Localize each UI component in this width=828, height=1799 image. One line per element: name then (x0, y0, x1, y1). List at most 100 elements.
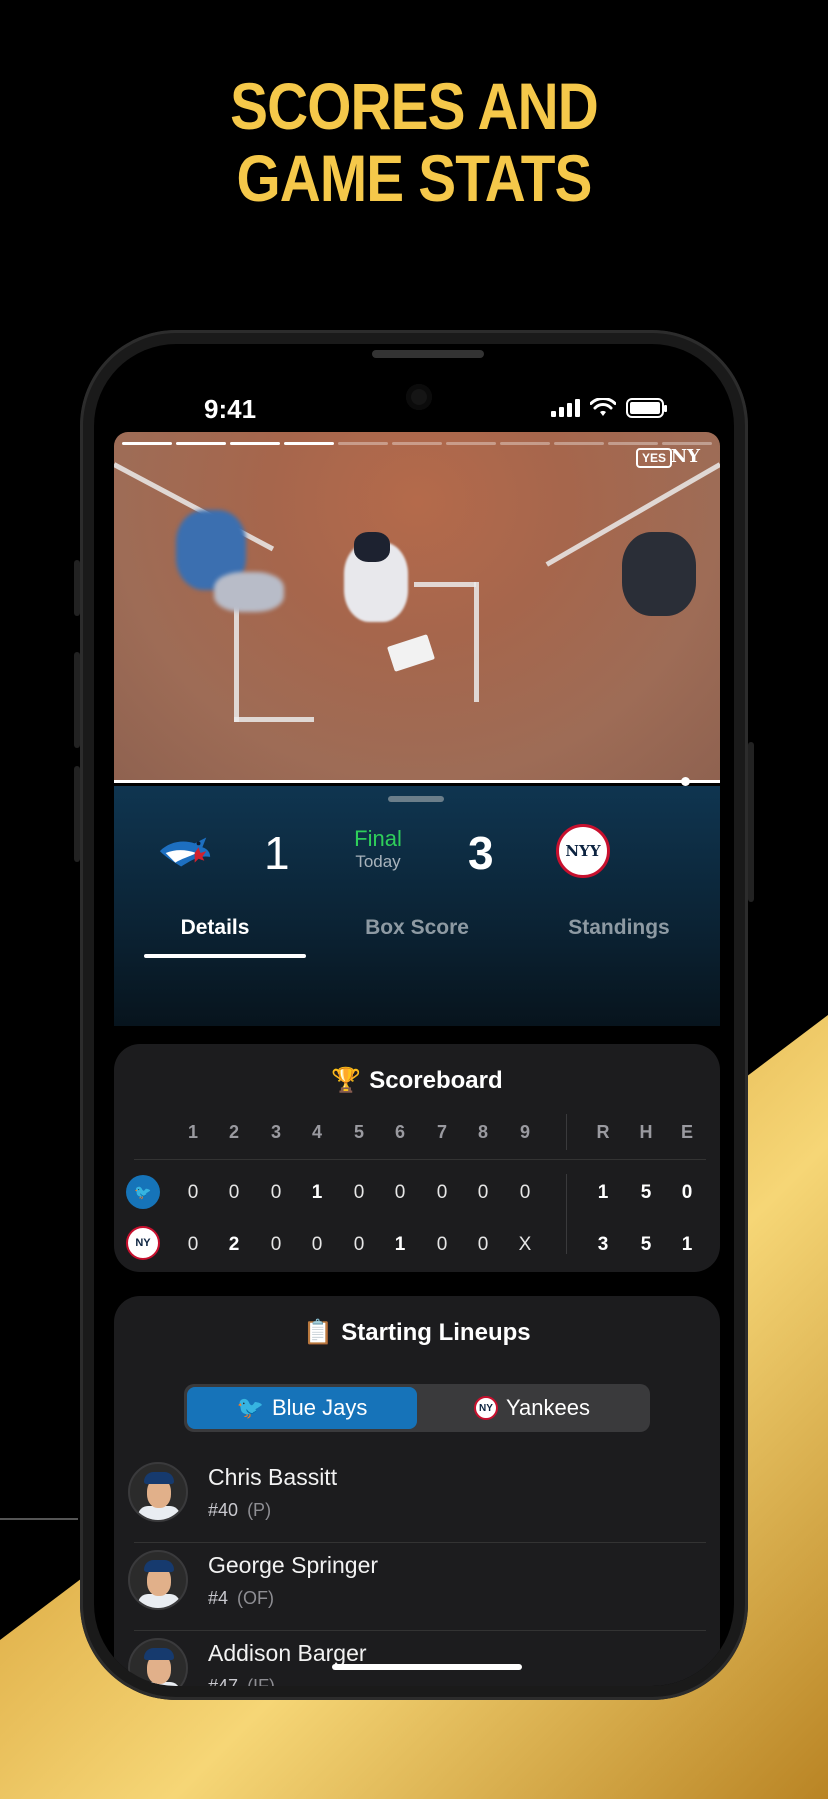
inning-score: 0 (187, 1182, 199, 1203)
inning-score: 0 (270, 1234, 282, 1255)
headline-line-1: SCORES AND (230, 69, 599, 143)
segment-blue-jays[interactable]: 🐦 Blue Jays (187, 1387, 417, 1429)
yankees-mini-logo: NY (126, 1226, 160, 1260)
umpire-figure (622, 532, 696, 616)
catcher-helmet (354, 532, 390, 562)
segment-label: Blue Jays (272, 1395, 368, 1420)
player-number: #4 (OF) (208, 1588, 274, 1609)
video-scrubber[interactable] (114, 777, 720, 786)
header-separator (134, 1159, 706, 1160)
home-plate (387, 634, 435, 672)
hits-header: H (639, 1122, 653, 1142)
inning-score: 0 (270, 1182, 282, 1203)
yankees-logo[interactable]: NYY (556, 824, 614, 882)
active-tab-indicator (144, 954, 306, 958)
inning-header: 4 (311, 1122, 322, 1142)
scoreboard-card: 🏆 Scoreboard 1 2 3 4 5 6 7 8 9 R H E 🐦 0… (114, 1044, 720, 1272)
status-time: 9:41 (204, 394, 257, 424)
blue-jays-logo[interactable] (156, 824, 214, 882)
player-name: George Springer (208, 1552, 379, 1578)
totals-divider (566, 1114, 567, 1150)
game-header: 1 Final Today 3 NYY Details Box Score St… (114, 786, 720, 1026)
lineup-player-row[interactable]: Chris Bassitt #40 (P) (114, 1454, 720, 1542)
batters-box-line (474, 582, 479, 702)
yankees-icon: NY (474, 1396, 498, 1420)
inning-score: 0 (519, 1182, 531, 1203)
player-position: (P) (247, 1500, 272, 1520)
inning-score: 0 (477, 1182, 489, 1203)
game-day: Today (355, 852, 401, 871)
ny-watermark: NY (670, 446, 700, 467)
phone-frame: 9:41 YES NY 1 Final Today 3 NYY Details … (74, 330, 754, 1700)
inning-header: 5 (353, 1122, 364, 1142)
home-indicator[interactable] (332, 1664, 522, 1670)
segment-label: Yankees (506, 1395, 590, 1420)
totals-divider (566, 1174, 567, 1254)
player-jersey: #40 (208, 1500, 239, 1520)
inning-score: 0 (353, 1182, 365, 1203)
sheet-grabber[interactable] (388, 796, 444, 802)
highlight-video[interactable]: YES NY (114, 432, 720, 780)
player-avatar (128, 1550, 188, 1610)
player-number: #47 (IF) (208, 1676, 275, 1686)
lineup-player-row[interactable]: Addison Barger #47 (IF) (114, 1630, 720, 1686)
mute-switch (74, 560, 80, 616)
hits-total: 5 (640, 1234, 652, 1255)
tab-box-score[interactable]: Box Score (316, 904, 518, 952)
home-score: 3 (468, 827, 494, 879)
inning-score: 1 (394, 1234, 406, 1255)
player-jersey: #47 (208, 1676, 239, 1686)
lineups-title: 📋 Starting Lineups (114, 1296, 720, 1347)
detail-tabs: Details Box Score Standings (114, 904, 720, 952)
inning-score: 0 (436, 1234, 448, 1255)
inning-header: 8 (477, 1122, 488, 1142)
status-icons (551, 398, 667, 418)
inning-score: 0 (187, 1234, 199, 1255)
team-segmented-control: 🐦 Blue Jays NY Yankees (184, 1384, 650, 1432)
promo-headline: SCORES AND GAME STATS (58, 70, 770, 214)
tab-standings[interactable]: Standings (518, 904, 720, 952)
player-jersey: #4 (208, 1588, 229, 1608)
lineup-player-row[interactable]: George Springer #4 (OF) (114, 1542, 720, 1630)
inning-header: 6 (394, 1122, 405, 1142)
blue-jays-mini-logo: 🐦 (126, 1175, 160, 1209)
volume-up-button (74, 652, 80, 748)
inning-score: 0 (394, 1182, 406, 1203)
inning-score: 0 (353, 1234, 365, 1255)
player-position: (OF) (237, 1588, 275, 1608)
inning-header: 9 (519, 1122, 530, 1142)
inning-score: 0 (477, 1234, 489, 1255)
segment-yankees[interactable]: NY Yankees (417, 1387, 647, 1429)
errors-total: 1 (681, 1234, 693, 1255)
runs-header: R (596, 1122, 610, 1142)
inning-score: 2 (228, 1234, 240, 1255)
inning-score: 1 (311, 1182, 323, 1203)
clipboard-icon: 📋 (303, 1319, 334, 1346)
inning-header: 3 (270, 1122, 281, 1142)
trophy-icon: 🏆 (331, 1067, 362, 1094)
runs-total: 3 (597, 1234, 609, 1255)
away-score: 1 (264, 827, 290, 879)
power-button (748, 742, 754, 902)
wifi-icon (590, 398, 616, 416)
blue-jays-icon: 🐦 (236, 1395, 264, 1420)
battery-icon (626, 398, 667, 418)
scoreboard-title: 🏆 Scoreboard (114, 1044, 720, 1095)
speaker-grille (372, 350, 484, 358)
batters-box-line (234, 717, 314, 722)
decorative-line (0, 1518, 78, 1520)
errors-total: 0 (681, 1182, 693, 1203)
inning-header: 2 (228, 1122, 239, 1142)
player-name: Addison Barger (208, 1640, 367, 1666)
phone-screen: 9:41 YES NY 1 Final Today 3 NYY Details … (94, 344, 734, 1686)
cellular-signal-icon (551, 399, 580, 417)
lineups-title-text: Starting Lineups (341, 1319, 531, 1346)
player-number: #40 (P) (208, 1500, 271, 1521)
runner-legs (214, 572, 284, 612)
inning-header: 1 (187, 1122, 198, 1142)
lineups-card: 📋 Starting Lineups 🐦 Blue Jays NY Yankees… (114, 1296, 720, 1686)
broadcaster-badge: YES (635, 448, 672, 468)
runs-total: 1 (597, 1182, 609, 1203)
front-camera (406, 384, 432, 410)
tab-details[interactable]: Details (114, 904, 316, 952)
